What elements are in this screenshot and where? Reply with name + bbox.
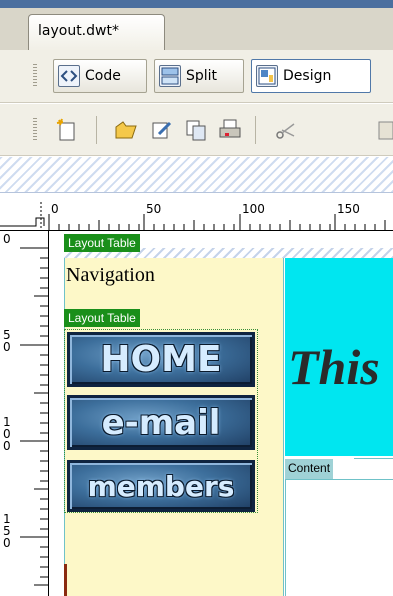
document-tab-title: layout.dwt*: [38, 23, 119, 39]
navigation-text: Navigation: [66, 264, 155, 286]
email-button[interactable]: e-mail: [67, 395, 255, 450]
content-cell-top-border: [354, 458, 393, 459]
print-icon[interactable]: [218, 118, 242, 142]
content-cell-tag[interactable]: Content: [285, 459, 334, 479]
document-tab[interactable]: layout.dwt*: [28, 14, 165, 51]
toolbar-separator: [255, 116, 256, 144]
email-button-label: e-mail: [101, 402, 221, 443]
open-folder-icon[interactable]: [114, 118, 138, 142]
split-view-label: Split: [186, 68, 218, 84]
split-view-button[interactable]: Split: [154, 59, 244, 93]
header-text: This: [288, 339, 380, 395]
toolbar-grip[interactable]: [33, 64, 37, 88]
ruler-label-0: 0: [51, 202, 59, 216]
toolbar-separator: [96, 116, 97, 144]
cut-icon[interactable]: [274, 118, 298, 142]
inner-layout-table-tag[interactable]: Layout Table: [64, 309, 140, 327]
paste-icon[interactable]: [376, 118, 393, 142]
code-view-icon: [58, 65, 80, 87]
members-button[interactable]: members: [67, 460, 255, 512]
toolbar-grip[interactable]: [33, 118, 37, 142]
home-button-label: HOME: [100, 339, 222, 380]
copy-icon[interactable]: [184, 118, 208, 142]
code-view-button[interactable]: Code: [53, 59, 147, 93]
vruler-label-50-digit-1: 0: [3, 340, 11, 354]
vruler-label-0-digit-0: 0: [3, 232, 11, 246]
horizontal-ruler[interactable]: 0 50 100 150: [0, 194, 393, 231]
vruler-label-100-digit-2: 0: [3, 439, 11, 453]
ruler-label-100: 100: [242, 202, 265, 216]
ruler-label-50: 50: [146, 202, 162, 216]
horizontal-ruler-ticks: [0, 202, 386, 231]
design-view-label: Design: [283, 68, 332, 84]
edit-icon[interactable]: [150, 118, 174, 142]
ruler-label-150: 150: [337, 202, 360, 216]
home-button[interactable]: HOME: [67, 332, 255, 387]
view-toolbar: Code Split Design: [0, 50, 393, 103]
vertical-ruler[interactable]: 0 5 0 1 0 0 1 5 0: [0, 231, 49, 596]
toolbar-hatch-strip: [0, 157, 393, 193]
split-view-icon: [159, 65, 181, 87]
design-view-button[interactable]: Design: [251, 59, 371, 93]
insertion-marker: [64, 564, 67, 596]
document-tab-strip: layout.dwt*: [0, 0, 393, 51]
vruler-label-150-digit-2: 0: [3, 536, 11, 550]
new-document-icon[interactable]: [55, 118, 79, 142]
standard-toolbar: [0, 104, 393, 156]
title-band: [0, 0, 393, 8]
content-cell[interactable]: [285, 479, 393, 596]
design-view-icon: [256, 65, 278, 87]
members-button-label: members: [87, 469, 235, 503]
layout-table-tag[interactable]: Layout Table: [64, 234, 140, 252]
code-view-label: Code: [85, 68, 121, 84]
